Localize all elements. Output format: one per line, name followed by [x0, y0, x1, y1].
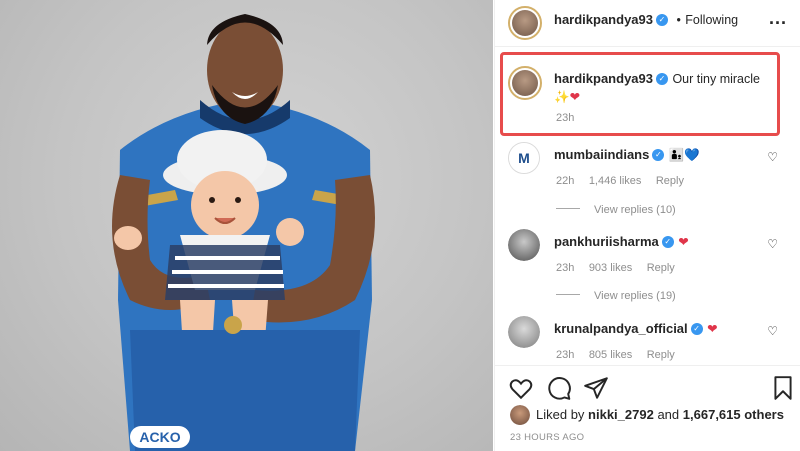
comment-likes[interactable]: 1,446 likes — [589, 175, 642, 187]
caption-time[interactable]: 23h — [556, 112, 574, 124]
comment-avatar-mumbaiindians[interactable]: M — [508, 142, 540, 174]
comment-1: mumbaiindians ✓ 👨‍👦💙 — [554, 146, 700, 164]
header-username[interactable]: hardikpandya93 — [554, 12, 653, 27]
liked-by-and: and — [657, 407, 680, 422]
verified-icon: ✓ — [652, 148, 665, 161]
header-separator: • — [676, 13, 681, 27]
caption: hardikpandya93 ✓ Our tiny miracle ✨❤ — [554, 70, 774, 106]
comment-like-heart-icon[interactable]: ♡ — [767, 150, 778, 164]
replies-line — [556, 208, 580, 210]
post-timestamp[interactable]: 23 HOURS AGO — [510, 432, 584, 443]
comment-username[interactable]: krunalpandya_official — [554, 321, 688, 336]
comment-username[interactable]: pankhuriisharma — [554, 234, 659, 249]
comment-reply[interactable]: Reply — [656, 175, 684, 187]
comment-meta: 23h 805 likes Reply — [556, 345, 675, 363]
heart-icon[interactable] — [508, 375, 534, 401]
liked-by-prefix: Liked by — [536, 407, 585, 422]
liked-by-count[interactable]: 1,667,615 others — [683, 407, 784, 422]
liked-by-avatar[interactable] — [510, 405, 530, 425]
comment-meta: 23h 903 likes Reply — [556, 258, 675, 276]
bookmark-icon[interactable] — [770, 375, 796, 401]
comment-like-heart-icon[interactable]: ♡ — [767, 324, 778, 338]
more-icon[interactable]: ... — [769, 8, 787, 29]
comment-avatar-pankhuriisharma[interactable] — [508, 229, 540, 261]
view-replies-label[interactable]: View replies (19) — [594, 290, 676, 302]
comment-meta: 22h 1,446 likes Reply — [556, 171, 684, 189]
comment-likes[interactable]: 903 likes — [589, 262, 632, 274]
comment-icon[interactable] — [546, 375, 572, 401]
verified-icon: ✓ — [661, 235, 674, 248]
comment-likes[interactable]: 805 likes — [589, 349, 632, 361]
caption-emoji: ✨❤ — [554, 90, 581, 104]
post-photo-illustration — [112, 14, 375, 451]
header-avatar[interactable] — [508, 6, 542, 40]
comment-time[interactable]: 23h — [556, 349, 574, 361]
comment-text: 👨‍👦💙 — [668, 148, 700, 162]
share-icon[interactable] — [583, 375, 609, 401]
liked-by: Liked by nikki_2792 and 1,667,615 others — [536, 407, 784, 422]
comment-like-heart-icon[interactable]: ♡ — [767, 237, 778, 251]
verified-icon: ✓ — [656, 13, 668, 26]
caption-username[interactable]: hardikpandya93 — [554, 71, 653, 86]
comment-reply[interactable]: Reply — [647, 349, 675, 361]
comment-2: pankhuriisharma ✓ ❤ — [554, 233, 689, 251]
post-photo[interactable]: ACKO — [0, 0, 493, 451]
follow-status[interactable]: Following — [685, 13, 738, 27]
liked-by-user[interactable]: nikki_2792 — [588, 407, 654, 422]
comment-text: ❤ — [707, 322, 718, 336]
comment-username[interactable]: mumbaiindians — [554, 147, 649, 162]
caption-text: Our tiny miracle — [672, 72, 760, 86]
post-header: hardikpandya93 ✓ • Following — [554, 11, 738, 29]
replies-line — [556, 294, 580, 296]
comment-reply[interactable]: Reply — [647, 262, 675, 274]
comment-time[interactable]: 23h — [556, 262, 574, 274]
comment-text: ❤ — [678, 235, 689, 249]
verified-icon: ✓ — [690, 322, 703, 335]
comment-3: krunalpandya_official ✓ ❤ — [554, 320, 718, 338]
verified-icon: ✓ — [656, 72, 668, 85]
caption-avatar[interactable] — [508, 66, 542, 100]
jersey-sponsor-text: ACKO — [130, 426, 190, 448]
comment-time[interactable]: 22h — [556, 175, 574, 187]
view-replies[interactable]: View replies (10) — [556, 200, 676, 218]
actions-divider — [494, 365, 800, 366]
comment-avatar-krunalpandya[interactable] — [508, 316, 540, 348]
view-replies-label[interactable]: View replies (10) — [594, 204, 676, 216]
view-replies[interactable]: View replies (19) — [556, 286, 676, 304]
header-divider — [494, 46, 800, 47]
